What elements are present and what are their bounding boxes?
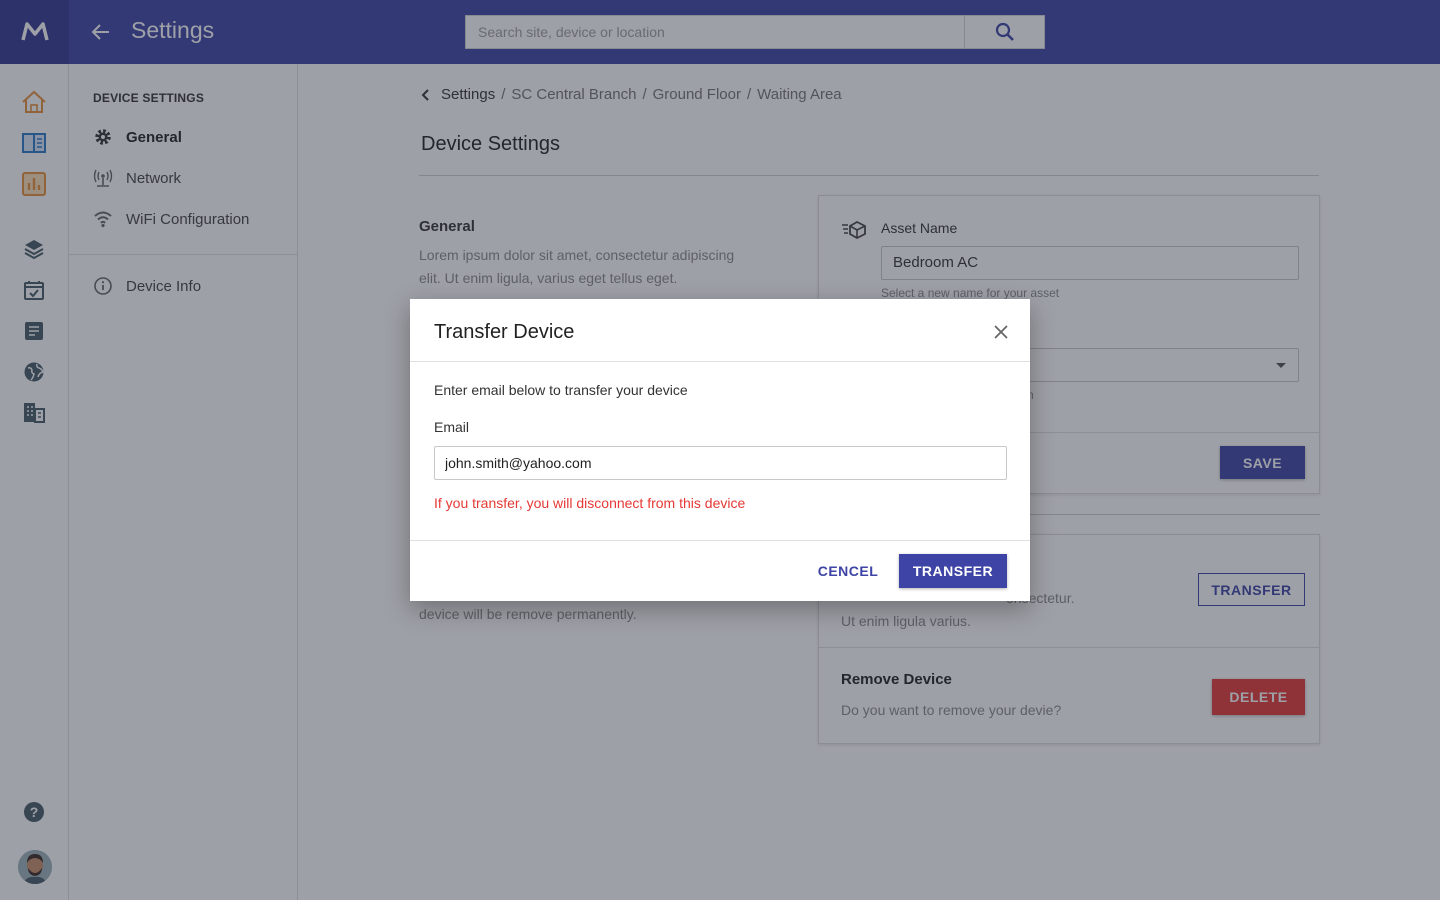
email-label: Email (434, 419, 470, 435)
divider (410, 540, 1030, 541)
dialog-title: Transfer Device (434, 321, 575, 343)
confirm-transfer-button[interactable]: TRANSFER (899, 554, 1007, 588)
transfer-device-dialog: Transfer Device Enter email below to tra… (410, 299, 1030, 601)
dialog-instructions: Enter email below to transfer your devic… (434, 382, 688, 398)
transfer-warning: If you transfer, you will disconnect fro… (434, 495, 746, 511)
divider (410, 361, 1030, 362)
close-icon[interactable] (992, 323, 1010, 341)
email-field[interactable] (434, 446, 1007, 480)
cancel-button[interactable]: CENCEL (814, 554, 882, 588)
